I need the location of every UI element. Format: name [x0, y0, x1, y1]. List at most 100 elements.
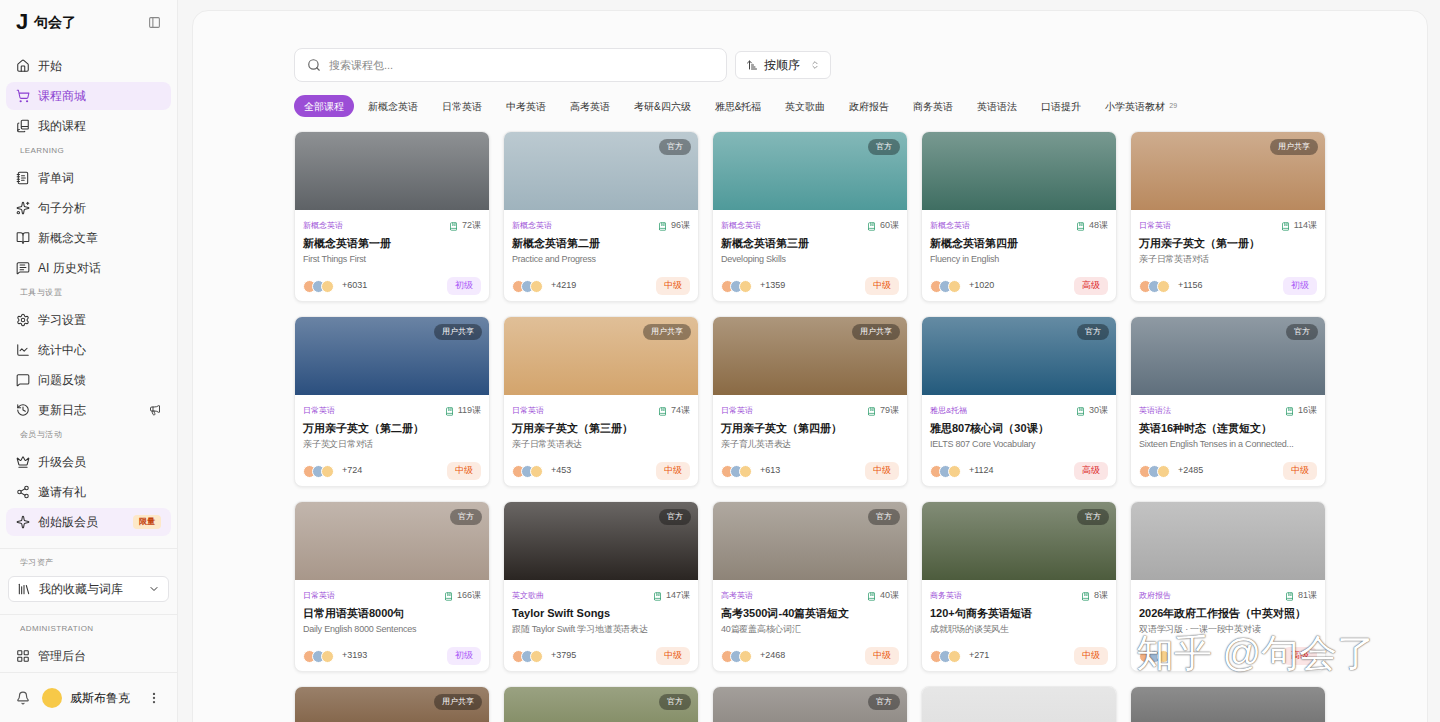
course-card[interactable]: 官方雅思&托福30课雅思807核心词（30课）IELTS 807 Core Vo…: [921, 316, 1117, 487]
course-category: 日常英语: [303, 590, 335, 602]
sidebar-item[interactable]: 课程商城: [6, 82, 171, 110]
learner-avatars: [512, 650, 543, 663]
course-card[interactable]: 官方日常英语166课日常用语英语8000句Daily English 8000 …: [294, 501, 490, 672]
category-tab[interactable]: 雅思&托福: [705, 95, 772, 117]
sidebar-item[interactable]: 创始版会员限量: [6, 508, 171, 536]
sidebar-item[interactable]: 句子分析: [6, 194, 171, 222]
category-tab[interactable]: 考研&四六级: [624, 95, 701, 117]
learner-count: +1124: [969, 464, 994, 478]
course-card[interactable]: 用户共享日常英语114课万用亲子英文（第一册）亲子日常英语对话+1156初级: [1130, 131, 1326, 302]
course-card[interactable]: [921, 686, 1117, 722]
source-badge: 用户共享: [434, 324, 482, 340]
course-card[interactable]: 官方: [503, 686, 699, 722]
course-title: 120+句商务英语短语: [930, 605, 1108, 621]
source-badge: 用户共享: [1270, 139, 1318, 155]
book-icon: [653, 592, 662, 601]
course-card[interactable]: 官方英语语法16课英语16种时态（连贯短文）Sixteen English Te…: [1130, 316, 1326, 487]
learner-avatar: [321, 650, 334, 663]
course-card[interactable]: 官方新概念英语60课新概念英语第三册Developing Skills+1359…: [712, 131, 908, 302]
collapse-sidebar-icon[interactable]: [148, 16, 161, 29]
sidebar-item[interactable]: 管理后台: [6, 642, 171, 670]
sidebar-section: 开始课程商城我的课程: [0, 52, 177, 140]
sidebar-item[interactable]: 我的课程: [6, 112, 171, 140]
learner-avatar: [1157, 465, 1170, 478]
course-info: 商务英语8课120+句商务英语短语成就职场的谈笑风生+271中级: [922, 580, 1116, 665]
course-card[interactable]: [1130, 686, 1326, 722]
course-card[interactable]: 官方商务英语8课120+句商务英语短语成就职场的谈笑风生+271中级: [921, 501, 1117, 672]
sidebar-item[interactable]: 开始: [6, 52, 171, 80]
sidebar-item[interactable]: AI 历史对话: [6, 254, 171, 282]
sidebar-item[interactable]: 统计中心: [6, 336, 171, 364]
course-cover: [1131, 502, 1325, 580]
lesson-count: 40课: [867, 589, 899, 603]
user-name[interactable]: 威斯布鲁克: [70, 689, 139, 707]
course-card[interactable]: 官方高考英语40课高考3500词-40篇英语短文40篇覆盖高核心词汇+2468中…: [712, 501, 908, 672]
sidebar-item[interactable]: 背单词: [6, 164, 171, 192]
course-subtitle: 跟随 Taylor Swift 学习地道英语表达: [512, 622, 690, 636]
sidebar-dropdown[interactable]: 我的收藏与词库: [8, 576, 169, 602]
sidebar-item[interactable]: 更新日志: [6, 396, 171, 424]
nav-icon: [16, 343, 30, 357]
sidebar-item[interactable]: 升级会员: [6, 448, 171, 476]
learner-avatars: [930, 280, 961, 293]
course-card[interactable]: 用户共享日常英语119课万用亲子英文（第二册）亲子英文日常对话+724中级: [294, 316, 490, 487]
logo-mark: J: [16, 11, 28, 33]
sidebar-item[interactable]: 新概念文章: [6, 224, 171, 252]
course-card[interactable]: 用户共享: [294, 686, 490, 722]
course-title: 新概念英语第四册: [930, 235, 1108, 251]
search-field[interactable]: 搜索课程包...: [294, 48, 727, 82]
difficulty-badge: 中级: [1074, 647, 1108, 665]
course-subtitle: 亲子英文日常对话: [303, 437, 481, 451]
source-badge: 用户共享: [434, 694, 482, 710]
lesson-count: 119课: [445, 404, 481, 418]
bell-icon[interactable]: [16, 691, 30, 705]
learner-count: +3795: [551, 649, 576, 663]
section-label: LEARNING: [0, 140, 177, 162]
category-tab[interactable]: 口语提升: [1031, 95, 1091, 117]
category-tab[interactable]: 小学英语教材29: [1095, 95, 1187, 117]
sidebar-item[interactable]: 问题反馈: [6, 366, 171, 394]
learner-count: +4219: [551, 279, 576, 293]
category-tab[interactable]: 商务英语: [903, 95, 963, 117]
course-card[interactable]: 用户共享日常英语74课万用亲子英文（第三册）亲子日常英语表达+453中级: [503, 316, 699, 487]
lesson-count: 96课: [658, 219, 690, 233]
category-tab[interactable]: 高考英语: [560, 95, 620, 117]
learner-avatars: [512, 280, 543, 293]
nav-icon: [16, 373, 30, 387]
course-card[interactable]: 官方英文歌曲147课Taylor Swift Songs跟随 Taylor Sw…: [503, 501, 699, 672]
sidebar-section: LEARNING背单词句子分析新概念文章AI 历史对话: [0, 140, 177, 282]
category-tab[interactable]: 政府报告: [839, 95, 899, 117]
sidebar-item[interactable]: 学习设置: [6, 306, 171, 334]
category-tab[interactable]: 全部课程: [294, 95, 354, 117]
lesson-count: 72课: [449, 219, 481, 233]
course-title: 高考3500词-40篇英语短文: [721, 605, 899, 621]
course-title: 万用亲子英文（第一册）: [1139, 235, 1317, 251]
category-tab[interactable]: 中考英语: [496, 95, 556, 117]
course-card[interactable]: 官方: [712, 686, 908, 722]
course-card[interactable]: 用户共享日常英语79课万用亲子英文（第四册）亲子育儿英语表达+613中级: [712, 316, 908, 487]
category-tab[interactable]: 英语语法: [967, 95, 1027, 117]
more-icon[interactable]: [147, 691, 161, 705]
course-title: 万用亲子英文（第三册）: [512, 420, 690, 436]
sort-button[interactable]: 按顺序: [735, 51, 831, 79]
difficulty-badge: 中级: [656, 462, 690, 480]
learner-avatars: [1139, 280, 1170, 293]
course-card[interactable]: 新概念英语72课新概念英语第一册First Things First+6031初…: [294, 131, 490, 302]
logo-name: 句会了: [34, 12, 142, 33]
source-badge: 官方: [659, 139, 691, 155]
user-avatar[interactable]: [42, 688, 62, 708]
category-tab[interactable]: 英文歌曲: [775, 95, 835, 117]
course-category: 新概念英语: [512, 220, 552, 232]
learner-avatars: [303, 465, 334, 478]
course-card[interactable]: 新概念英语48课新概念英语第四册Fluency in English+1020高…: [921, 131, 1117, 302]
difficulty-badge: 中级: [447, 462, 481, 480]
nav-icon: [16, 649, 30, 663]
category-tab[interactable]: 新概念英语: [358, 95, 428, 117]
sidebar-item[interactable]: 邀请有礼: [6, 478, 171, 506]
course-info: 日常英语79课万用亲子英文（第四册）亲子育儿英语表达+613中级: [713, 395, 907, 480]
sort-icon: [746, 59, 758, 71]
difficulty-badge: 中级: [865, 462, 899, 480]
source-badge: 官方: [868, 139, 900, 155]
category-tab[interactable]: 日常英语: [432, 95, 492, 117]
course-card[interactable]: 官方新概念英语96课新概念英语第二册Practice and Progress+…: [503, 131, 699, 302]
